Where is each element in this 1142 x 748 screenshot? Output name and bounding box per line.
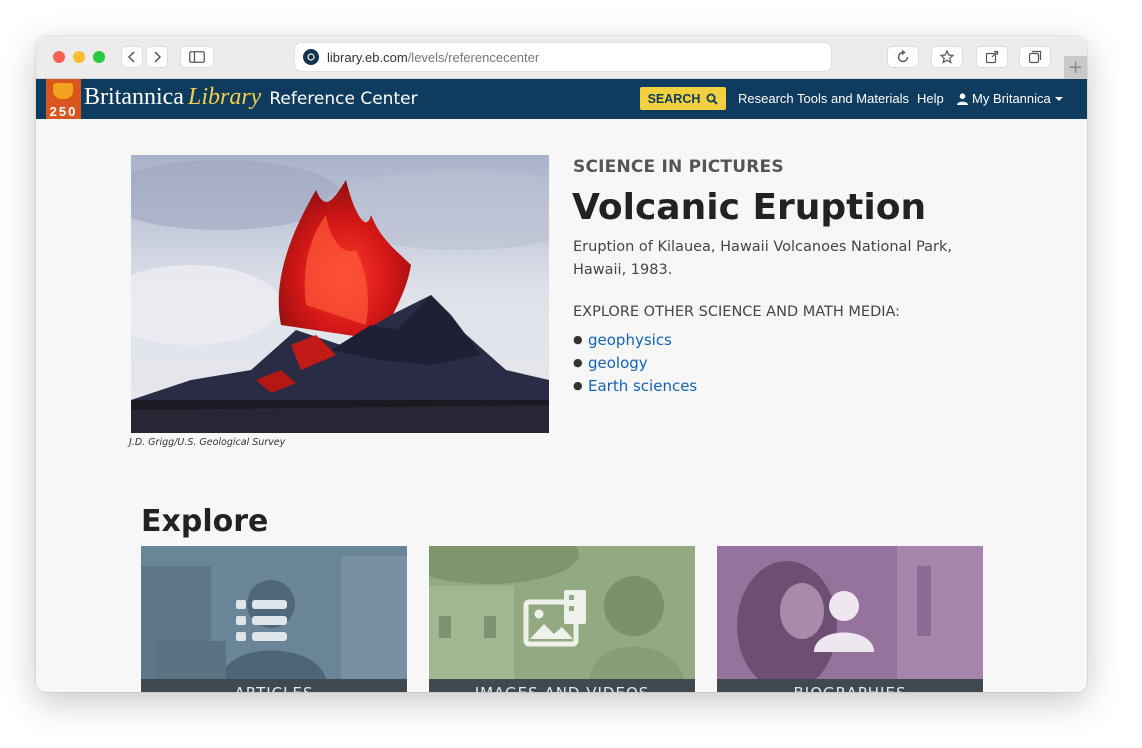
bullet-icon: ● — [573, 356, 588, 369]
thistle-emblem-icon — [53, 83, 73, 99]
person-icon — [800, 582, 900, 662]
site-header: 250 BritannicaLibrary Reference Center SE… — [36, 79, 1087, 119]
sidebar-icon — [189, 51, 205, 63]
list-item: ●geophysics — [573, 328, 697, 351]
explore-media-label: EXPLORE OTHER SCIENCE AND MATH MEDIA: — [573, 304, 900, 320]
bookmark-button[interactable] — [931, 46, 963, 68]
share-button[interactable] — [976, 46, 1008, 68]
search-button[interactable]: SEARCH — [640, 87, 726, 110]
plus-icon: + — [1068, 57, 1083, 78]
address-bar[interactable]: library.eb.com/levels/referencecenter — [294, 42, 832, 72]
share-icon — [985, 50, 999, 64]
url-path: /levels/referencecenter — [408, 50, 540, 65]
chevron-left-icon — [127, 51, 137, 63]
related-media-list: ●geophysics ●geology ●Earth sciences — [573, 328, 697, 397]
browser-window: library.eb.com/levels/referencecenter + … — [36, 36, 1087, 692]
site-brand-link[interactable]: BritannicaLibrary Reference Center — [84, 84, 418, 111]
list-icon — [224, 582, 324, 662]
close-window-button[interactable] — [53, 51, 65, 63]
list-item: ●Earth sciences — [573, 374, 697, 397]
bullet-icon: ● — [573, 333, 588, 346]
search-button-label: SEARCH — [648, 92, 701, 106]
biographies-card[interactable]: BIOGRAPHIES — [717, 546, 983, 692]
my-britannica-label: My Britannica — [972, 91, 1051, 106]
list-item: ●geology — [573, 351, 697, 374]
research-tools-link[interactable]: Research Tools and Materials — [738, 91, 909, 106]
logo-number: 250 — [46, 104, 81, 119]
articles-card-label: ARTICLES — [141, 679, 407, 692]
images-videos-card-label: IMAGES AND VIDEOS — [429, 679, 695, 692]
sidebar-toggle-button[interactable] — [180, 46, 214, 68]
images-videos-card[interactable]: IMAGES AND VIDEOS — [429, 546, 695, 692]
url-host: library.eb.com — [327, 50, 408, 65]
image-credit: J.D. Grigg/U.S. Geological Survey — [129, 437, 285, 448]
brand-britannica: Britannica — [84, 84, 184, 110]
help-link[interactable]: Help — [917, 91, 944, 106]
brand-library: Library — [188, 84, 261, 110]
britannica-250-logo[interactable]: 250 — [46, 79, 81, 119]
star-icon — [940, 50, 954, 64]
tabs-icon — [1028, 50, 1042, 64]
url-text: library.eb.com/levels/referencecenter — [327, 50, 539, 65]
articles-card[interactable]: ARTICLES — [141, 546, 407, 692]
brand-reference-center: Reference Center — [269, 89, 417, 109]
media-icon — [512, 582, 612, 662]
volcano-eruption-image[interactable] — [131, 155, 549, 433]
section-eyebrow: SCIENCE IN PICTURES — [573, 157, 784, 177]
tabs-overview-button[interactable] — [1019, 46, 1051, 68]
search-icon — [706, 93, 718, 105]
explore-heading: Explore — [141, 504, 268, 539]
feature-title: Volcanic Eruption — [572, 187, 926, 228]
caret-down-icon — [1055, 96, 1063, 102]
site-favicon-icon — [303, 49, 319, 65]
user-icon — [957, 93, 968, 105]
biographies-card-label: BIOGRAPHIES — [717, 679, 983, 692]
forward-button[interactable] — [146, 46, 168, 68]
feature-caption: Eruption of Kilauea, Hawaii Volcanoes Na… — [573, 236, 993, 282]
chevron-right-icon — [152, 51, 162, 63]
browser-toolbar: library.eb.com/levels/referencecenter + — [36, 36, 1087, 79]
zoom-window-button[interactable] — [93, 51, 105, 63]
reload-button[interactable] — [887, 46, 919, 68]
new-tab-button[interactable]: + — [1064, 56, 1087, 79]
geophysics-link[interactable]: geophysics — [588, 331, 672, 349]
back-button[interactable] — [121, 46, 143, 68]
earth-sciences-link[interactable]: Earth sciences — [588, 377, 697, 395]
my-britannica-menu[interactable]: My Britannica — [957, 91, 1063, 106]
minimize-window-button[interactable] — [73, 51, 85, 63]
bullet-icon: ● — [573, 379, 588, 392]
geology-link[interactable]: geology — [588, 354, 648, 372]
reload-icon — [896, 50, 910, 64]
